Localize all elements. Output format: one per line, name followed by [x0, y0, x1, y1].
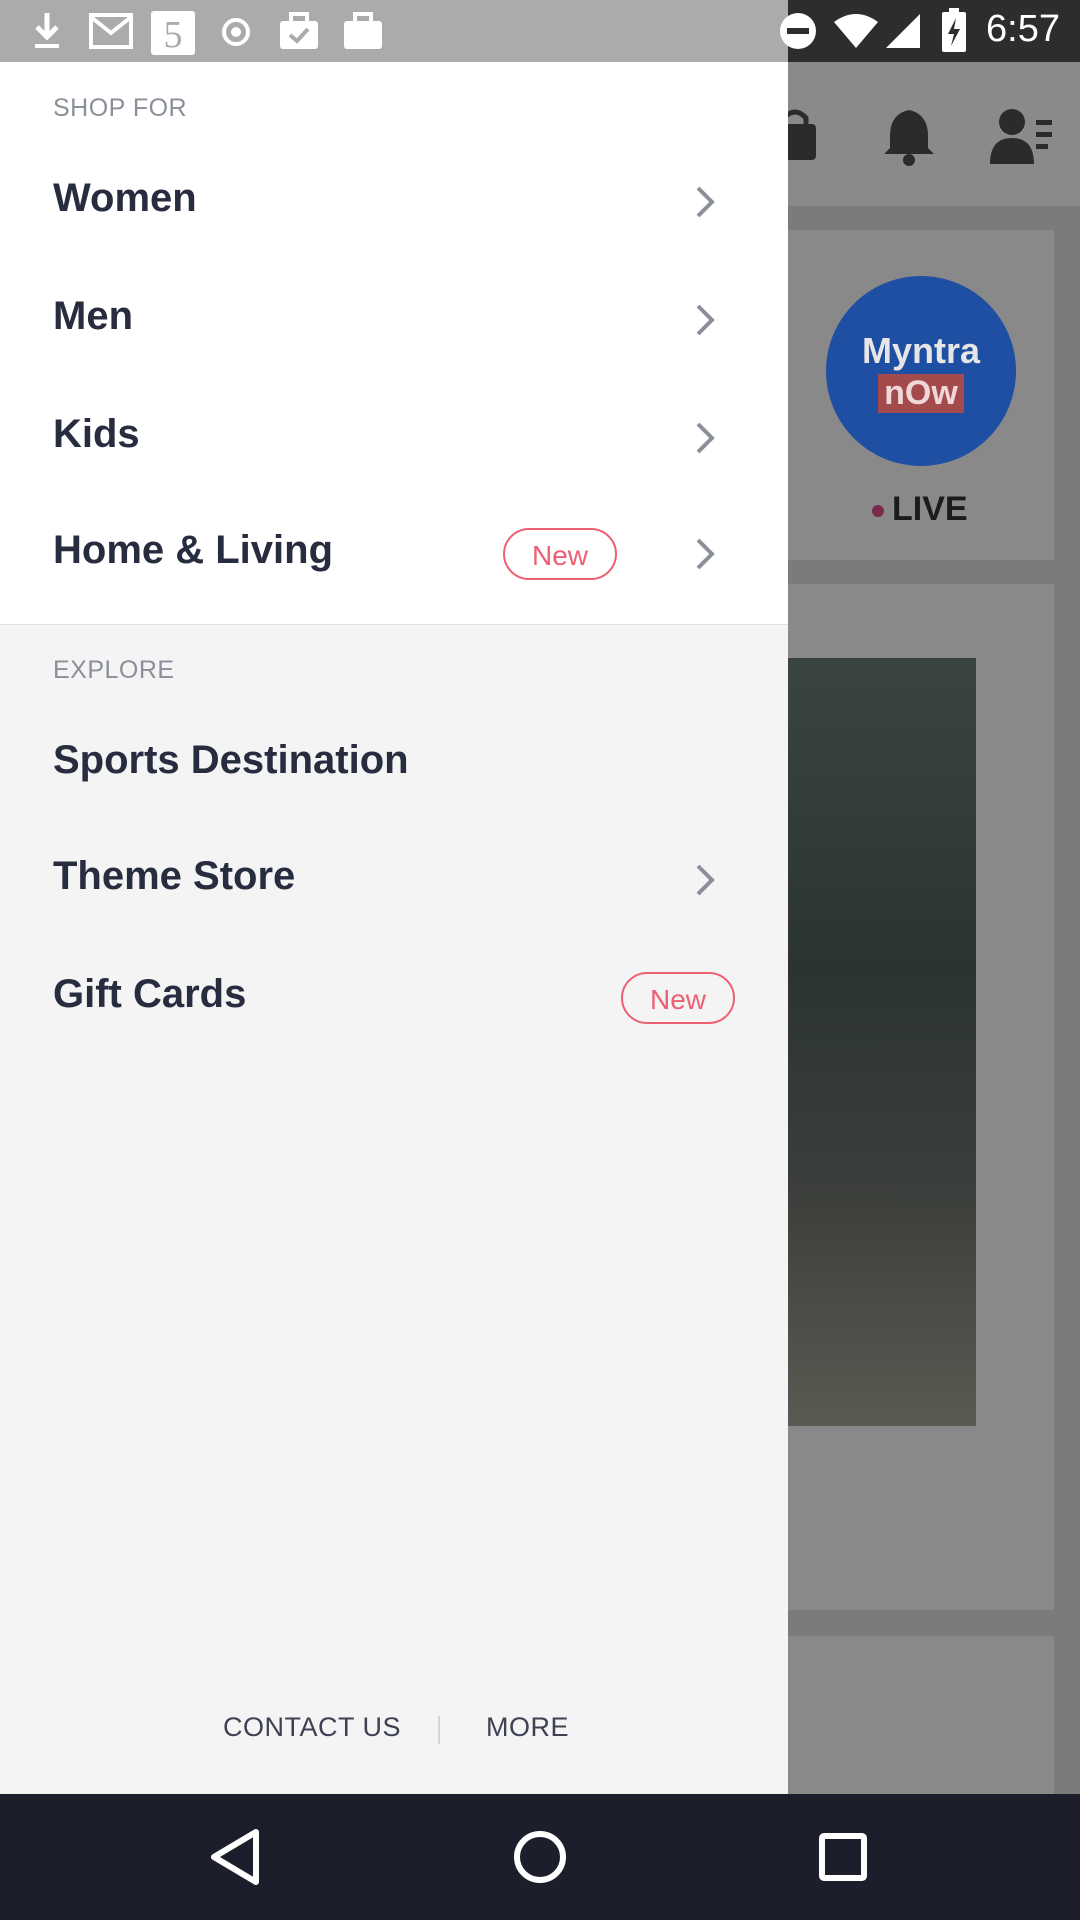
briefcase-check-icon — [280, 12, 318, 49]
menu-item-label: Sports Destination — [53, 738, 409, 782]
menu-item-label: Theme Store — [53, 854, 296, 898]
shop-for-label: SHOP FOR — [53, 94, 188, 122]
briefcase-icon — [344, 12, 382, 49]
svg-text:5: 5 — [164, 14, 183, 55]
menu-item-label: Women — [53, 176, 197, 220]
battery-charging-icon — [942, 8, 966, 52]
menu-item-label: Home & Living — [53, 528, 334, 572]
recents-icon[interactable] — [808, 1824, 878, 1890]
menu-item-gift-cards[interactable]: Gift Cards New — [0, 938, 788, 1056]
profile-icon — [990, 109, 1052, 164]
drawer-footer: CONTACT US MORE — [0, 1712, 788, 1772]
app-5-icon: 5 — [151, 11, 195, 55]
home-icon[interactable] — [505, 1824, 575, 1890]
menu-item-men[interactable]: Men — [0, 260, 788, 378]
signal-icon — [886, 14, 920, 48]
back-icon[interactable] — [202, 1824, 272, 1890]
download-icon — [35, 13, 59, 48]
chevron-right-icon — [696, 186, 715, 218]
footer-divider — [438, 1716, 440, 1744]
menu-item-home-living[interactable]: Home & Living New — [0, 494, 788, 612]
myntra-now-badge: Myntra nOw — [826, 276, 1016, 466]
gmail-icon — [89, 13, 133, 49]
chevron-right-icon — [696, 304, 715, 336]
menu-item-sports-destination[interactable]: Sports Destination — [0, 704, 788, 822]
menu-item-label: Kids — [53, 412, 140, 456]
live-label: LIVE — [892, 490, 968, 528]
banner-photo — [786, 658, 976, 1426]
menu-item-label: Men — [53, 294, 133, 338]
record-icon — [222, 18, 250, 46]
bell-icon — [884, 110, 934, 166]
new-badge: New — [503, 528, 617, 580]
shop-for-section: SHOP FOR Women Men Kids Home & Living Ne… — [0, 62, 788, 625]
badge-line1: Myntra — [861, 329, 981, 371]
badge-line2: nOw — [878, 373, 964, 413]
menu-item-kids[interactable]: Kids — [0, 378, 788, 496]
menu-item-label: Gift Cards — [53, 972, 247, 1016]
contact-us-link[interactable]: CONTACT US — [223, 1712, 401, 1743]
live-dot-icon — [872, 505, 884, 518]
chevron-right-icon — [696, 538, 715, 570]
live-indicator: LIVE — [872, 490, 968, 529]
chevron-right-icon — [696, 422, 715, 454]
menu-item-women[interactable]: Women — [0, 142, 788, 260]
explore-label: EXPLORE — [53, 656, 175, 684]
wifi-icon — [834, 14, 878, 48]
do-not-disturb-icon — [780, 13, 816, 49]
system-nav-bar — [0, 1794, 1080, 1920]
new-badge: New — [621, 972, 735, 1024]
status-bar: 5 6:57 — [0, 0, 1080, 62]
menu-item-theme-store[interactable]: Theme Store — [0, 820, 788, 938]
more-link[interactable]: MORE — [486, 1712, 569, 1743]
navigation-drawer: SHOP FOR Women Men Kids Home & Living Ne… — [0, 62, 788, 1794]
status-time: 6:57 — [986, 8, 1060, 50]
chevron-right-icon — [696, 864, 715, 896]
